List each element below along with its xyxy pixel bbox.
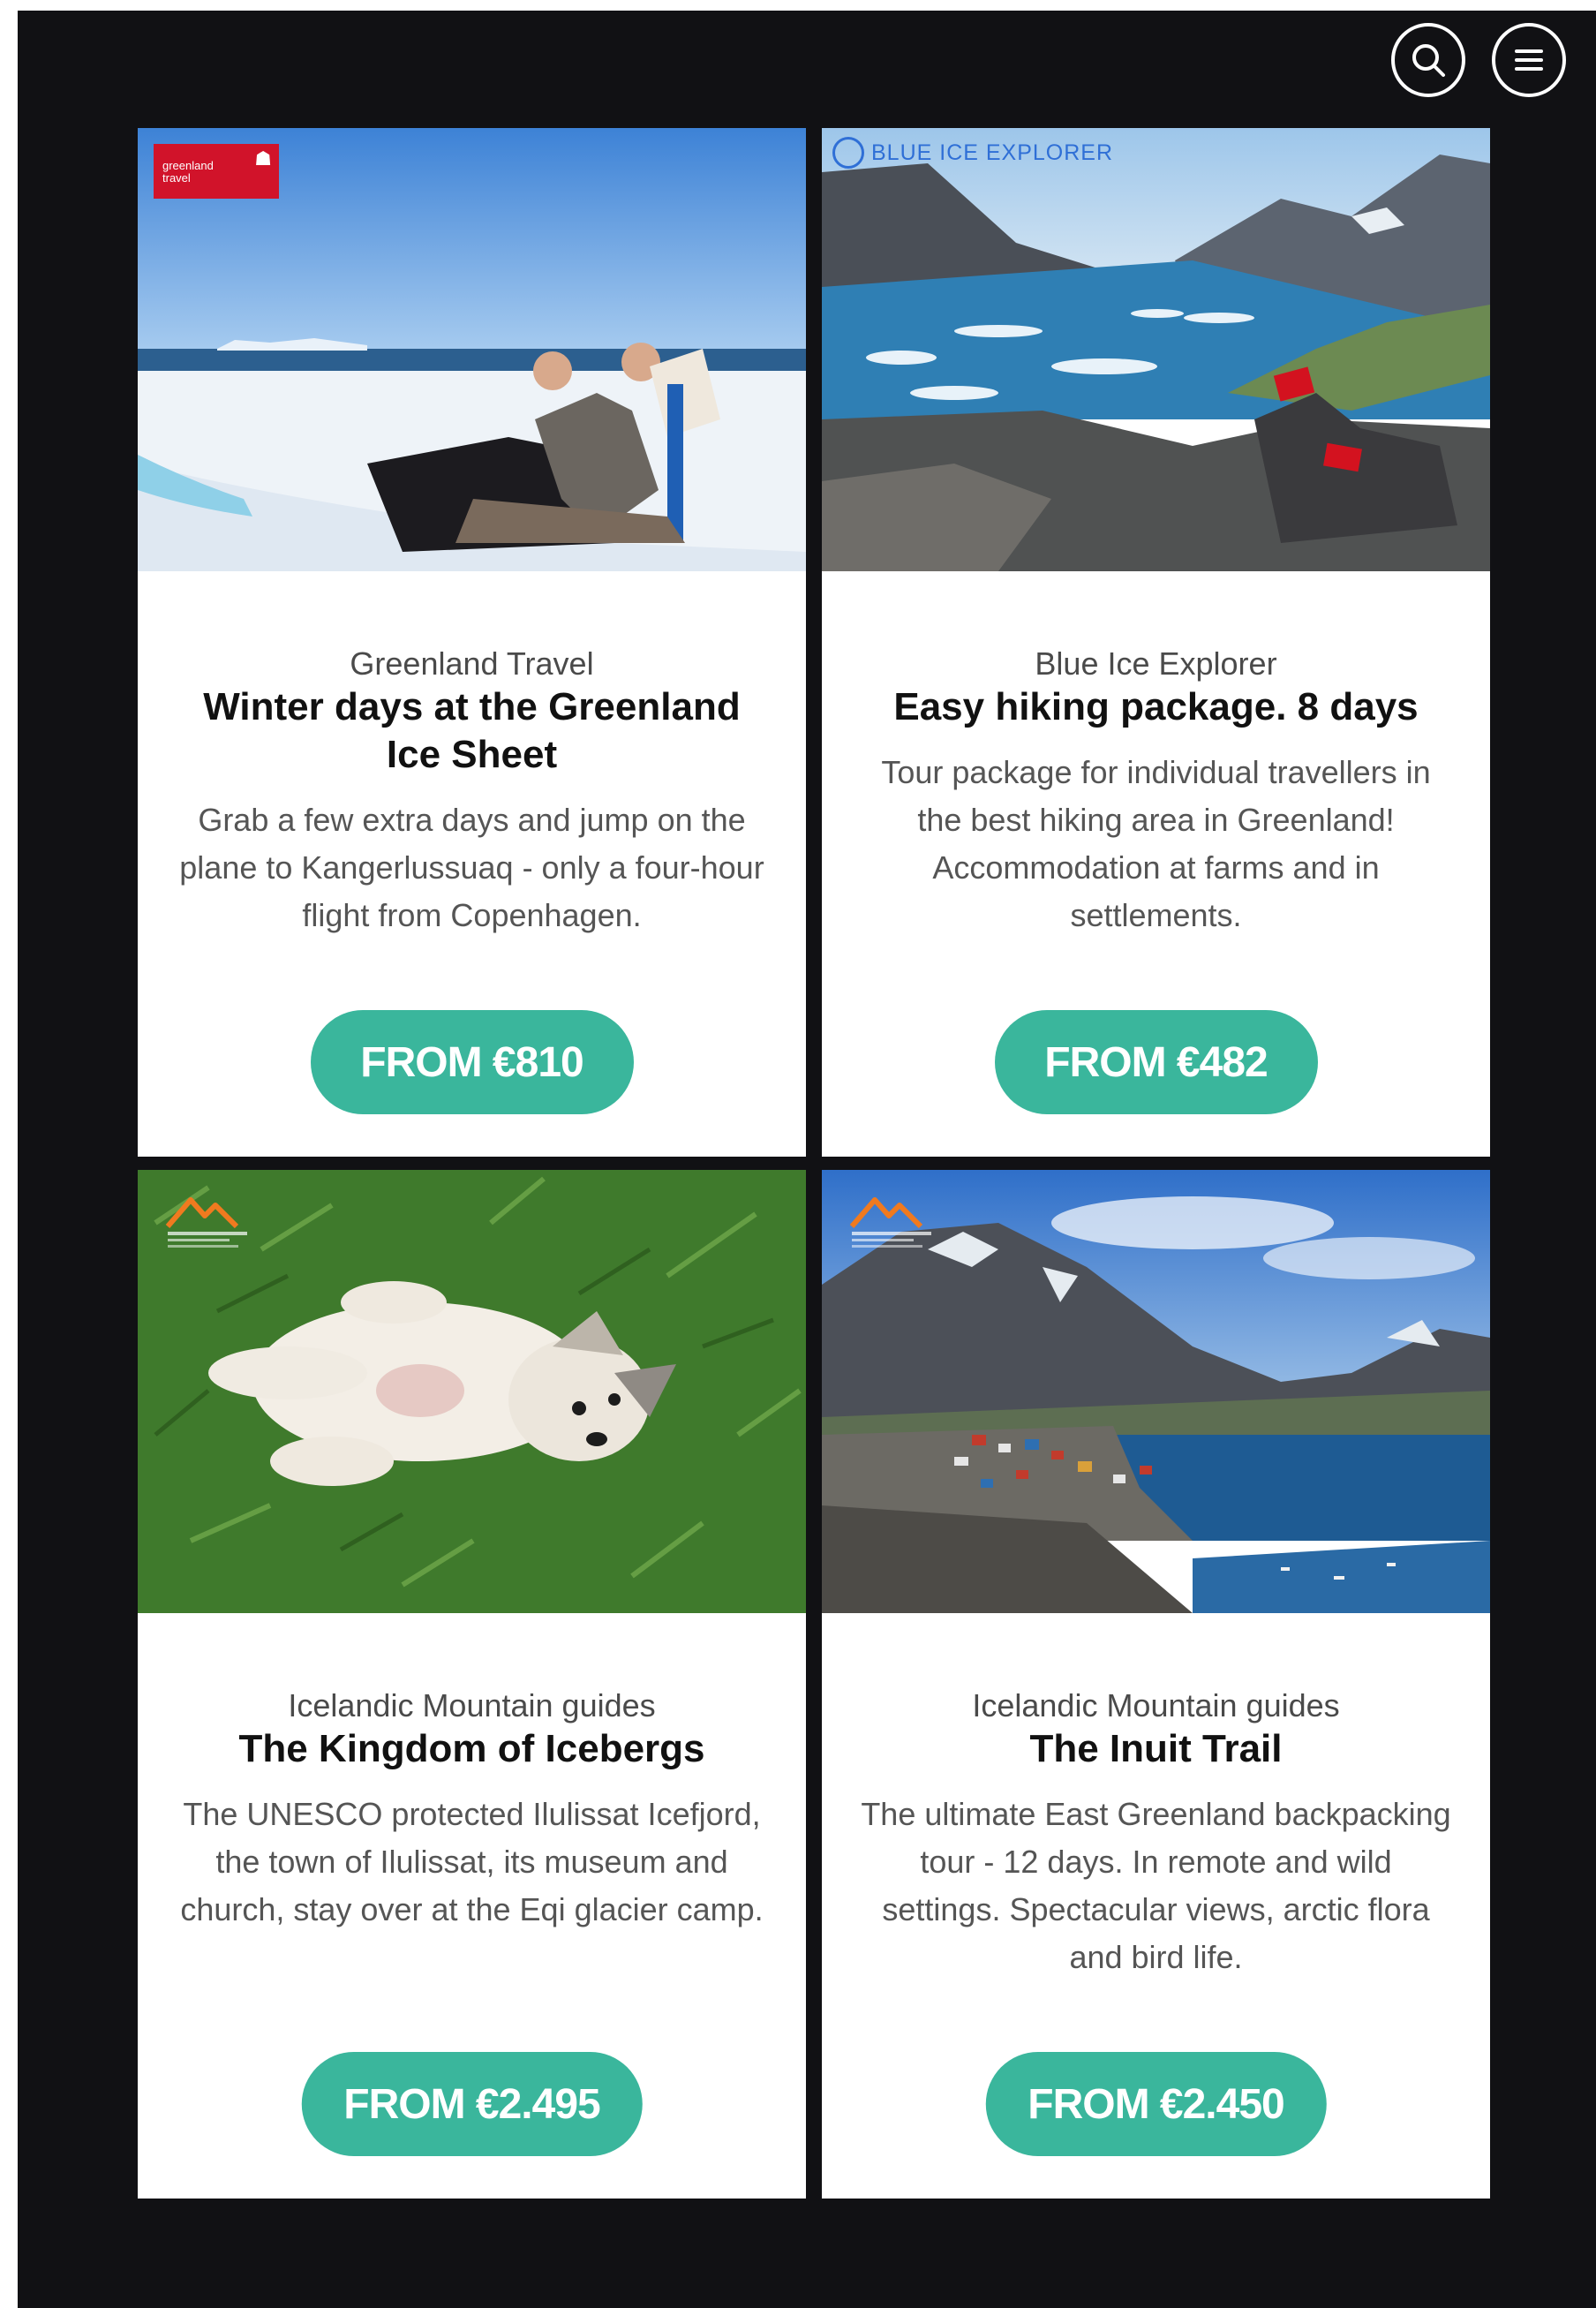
blue-ice-logo-icon (832, 137, 864, 169)
tour-card[interactable]: Icelandic Mountain guides The Inuit Trai… (822, 1170, 1490, 2199)
tour-provider: Blue Ice Explorer (1035, 645, 1277, 682)
tour-title[interactable]: Easy hiking package. 8 days (858, 683, 1453, 731)
blue-ice-explorer-logo: BLUE ICE EXPLORER (832, 137, 1113, 169)
price-button[interactable]: FROM €810 (310, 1010, 634, 1114)
tour-grid: ☗ greenland travel Greenland Travel Wint… (138, 128, 1490, 2199)
tour-card-body: Icelandic Mountain guides The Inuit Trai… (822, 1613, 1490, 1981)
mountain-guides-logo (849, 1197, 931, 1248)
tour-card-body: Icelandic Mountain guides The Kingdom of… (138, 1613, 806, 1934)
tour-card[interactable]: ☗ greenland travel Greenland Travel Wint… (138, 128, 806, 1157)
tour-card[interactable]: Icelandic Mountain guides The Kingdom of… (138, 1170, 806, 2199)
tour-title[interactable]: The Kingdom of Icebergs (203, 1725, 740, 1773)
tour-provider: Icelandic Mountain guides (972, 1687, 1340, 1723)
app-screen: ☗ greenland travel Greenland Travel Wint… (18, 11, 1596, 2308)
tour-photo-ice-sheet[interactable]: ☗ greenland travel (138, 128, 806, 571)
mountain-guides-logo (165, 1197, 247, 1248)
tour-card[interactable]: BLUE ICE EXPLORER Blue Ice Explorer Easy… (822, 128, 1490, 1157)
tour-description: Tour package for individual travellers i… (881, 754, 1431, 933)
tour-photo-hiking-fjord[interactable]: BLUE ICE EXPLORER (822, 128, 1490, 571)
tour-title[interactable]: Winter days at the Greenland Ice Sheet (138, 683, 806, 779)
price-button[interactable]: FROM €2.495 (301, 2052, 643, 2156)
header-actions (1391, 23, 1566, 97)
hamburger-menu-icon (1515, 49, 1543, 71)
tour-title[interactable]: The Inuit Trail (994, 1725, 1317, 1773)
tour-photo-husky-puppy[interactable] (138, 1170, 806, 1613)
tour-photo-inuit-village[interactable] (822, 1170, 1490, 1613)
tour-description: The UNESCO protected Ilulissat Icefjord,… (180, 1796, 764, 1927)
price-button[interactable]: FROM €482 (994, 1010, 1318, 1114)
tour-card-body: Blue Ice Explorer Easy hiking package. 8… (822, 571, 1490, 939)
tour-provider: Icelandic Mountain guides (288, 1687, 656, 1723)
tour-provider: Greenland Travel (350, 645, 594, 682)
greenland-travel-logo: ☗ greenland travel (154, 144, 279, 199)
tour-card-body: Greenland Travel Winter days at the Gree… (138, 571, 806, 939)
tour-description: The ultimate East Greenland backpacking … (861, 1796, 1451, 1975)
search-icon (1412, 44, 1445, 77)
search-button[interactable] (1391, 23, 1465, 97)
menu-button[interactable] (1492, 23, 1566, 97)
tour-description: Grab a few extra days and jump on the pl… (179, 802, 764, 933)
price-button[interactable]: FROM €2.450 (985, 2052, 1327, 2156)
